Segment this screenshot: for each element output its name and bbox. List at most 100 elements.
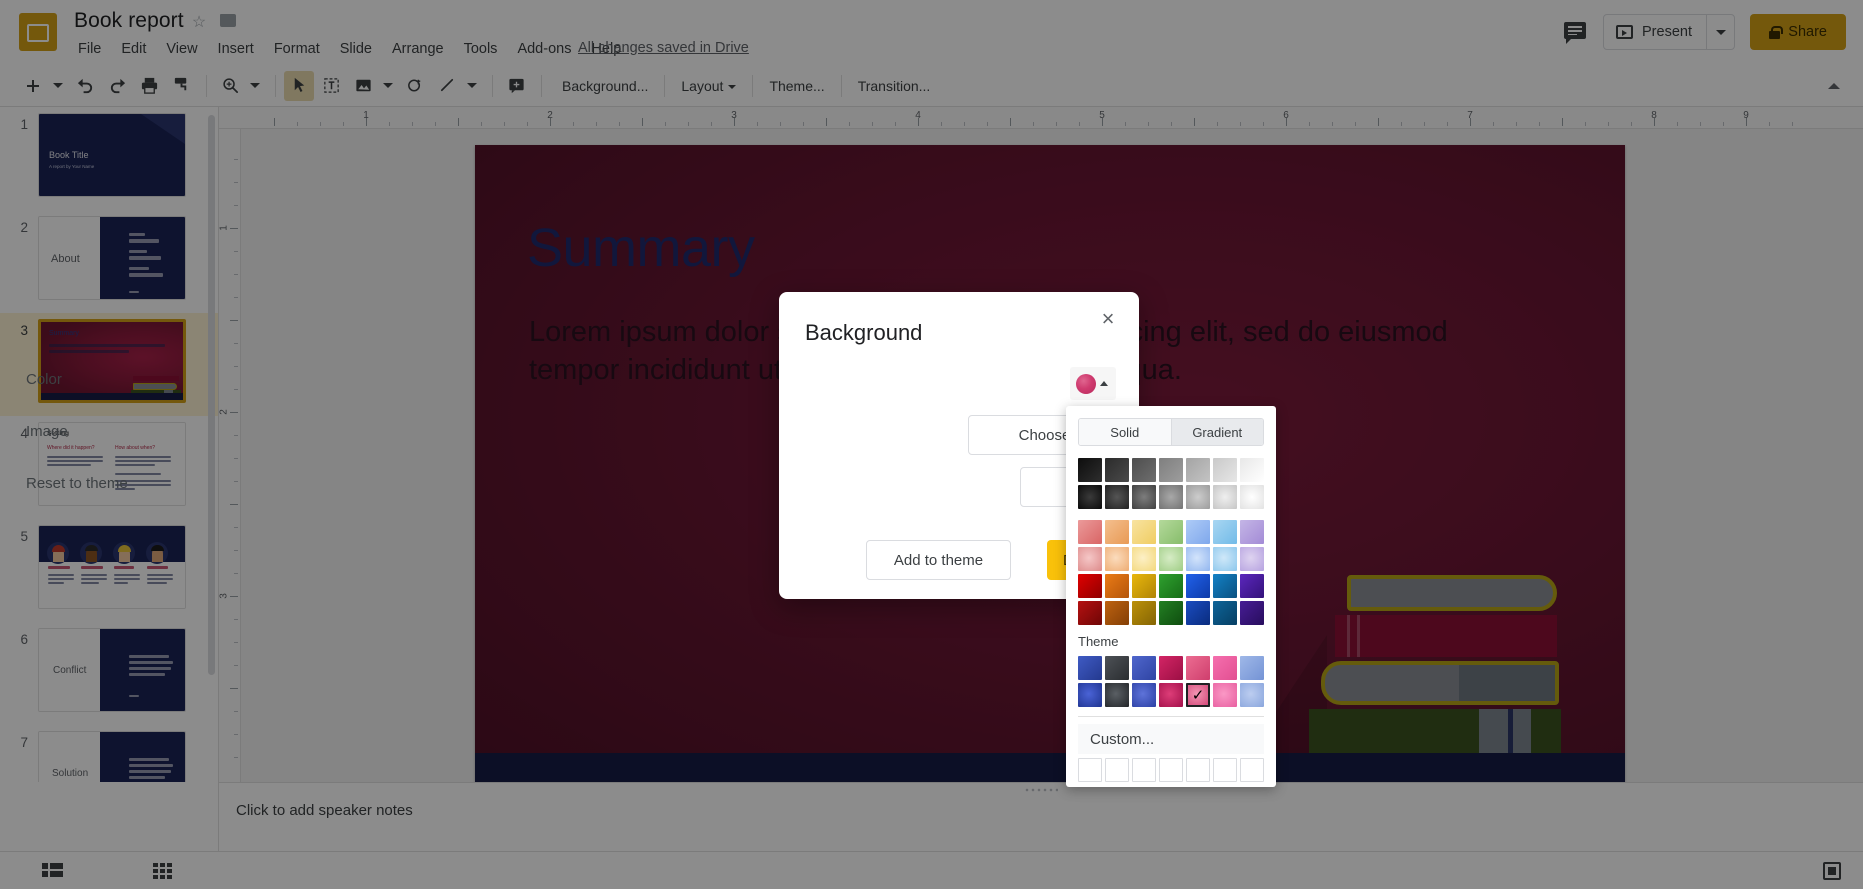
filmstrip-slide-2[interactable]: 2 About xyxy=(0,210,218,313)
swatch[interactable] xyxy=(1186,574,1210,598)
swatch[interactable] xyxy=(1240,485,1264,509)
print-button[interactable] xyxy=(134,71,164,101)
filmstrip-slide-1[interactable]: 1 Book Title A report by Your Name xyxy=(0,107,218,210)
swatch[interactable] xyxy=(1186,656,1210,680)
add-to-theme-button[interactable]: Add to theme xyxy=(866,540,1011,580)
save-status[interactable]: All changes saved in Drive xyxy=(578,40,749,56)
folder-icon[interactable] xyxy=(219,14,237,32)
swatch[interactable] xyxy=(1240,458,1264,482)
swatch[interactable] xyxy=(1186,520,1210,544)
color-picker-popup[interactable]: Solid Gradient Theme ✓ Custom... xyxy=(1066,406,1276,787)
swatch[interactable] xyxy=(1078,656,1102,680)
swatch[interactable] xyxy=(1105,485,1129,509)
speaker-notes-pane[interactable]: Click to add speaker notes xyxy=(219,782,1863,851)
swatch[interactable] xyxy=(1186,547,1210,571)
swatch[interactable] xyxy=(1213,458,1237,482)
image-button[interactable] xyxy=(348,71,378,101)
swatch[interactable] xyxy=(1213,485,1237,509)
menu-item-tools[interactable]: Tools xyxy=(454,39,508,59)
swatch[interactable] xyxy=(1240,547,1264,571)
swatch[interactable] xyxy=(1159,574,1183,598)
filmstrip-view-icon[interactable] xyxy=(38,858,68,884)
custom-swatch-slot[interactable] xyxy=(1159,758,1183,782)
swatch[interactable] xyxy=(1132,520,1156,544)
custom-swatch-slot[interactable] xyxy=(1213,758,1237,782)
slide-filmstrip[interactable]: 1 Book Title A report by Your Name 2 Abo… xyxy=(0,107,219,782)
slide-thumbnail[interactable]: Solution xyxy=(38,731,186,782)
zoom-dropdown-button[interactable] xyxy=(247,71,263,101)
swatch[interactable] xyxy=(1159,520,1183,544)
new-slide-button[interactable] xyxy=(18,71,48,101)
swatch[interactable] xyxy=(1213,683,1237,707)
swatch[interactable] xyxy=(1159,485,1183,509)
collapse-toolbar-button[interactable] xyxy=(1819,71,1849,101)
slide-thumbnail-selected[interactable]: Summary xyxy=(38,319,186,403)
swatch[interactable] xyxy=(1078,520,1102,544)
transition-button[interactable]: Transition... xyxy=(846,73,943,99)
share-button[interactable]: Share xyxy=(1750,14,1846,50)
slide-thumbnail[interactable]: Conflict xyxy=(38,628,186,712)
swatch[interactable] xyxy=(1159,601,1183,625)
swatch[interactable] xyxy=(1213,601,1237,625)
swatch[interactable] xyxy=(1240,601,1264,625)
swatch[interactable] xyxy=(1105,601,1129,625)
swatch[interactable] xyxy=(1105,547,1129,571)
menu-item-insert[interactable]: Insert xyxy=(208,39,264,59)
swatch[interactable] xyxy=(1132,458,1156,482)
slide-thumbnail[interactable] xyxy=(38,525,186,609)
text-box-button[interactable] xyxy=(316,71,346,101)
filmstrip-scrollbar[interactable] xyxy=(208,115,215,675)
select-tool-button[interactable] xyxy=(284,70,314,101)
slide-thumbnail[interactable]: About xyxy=(38,216,186,300)
line-button[interactable] xyxy=(432,71,462,101)
menu-item-file[interactable]: File xyxy=(68,39,111,59)
swatch[interactable] xyxy=(1078,574,1102,598)
swatch[interactable] xyxy=(1078,547,1102,571)
expand-panel-icon[interactable] xyxy=(1819,858,1845,884)
swatch[interactable] xyxy=(1132,656,1156,680)
swatch[interactable] xyxy=(1132,601,1156,625)
swatch[interactable] xyxy=(1240,656,1264,680)
swatch[interactable] xyxy=(1078,683,1102,707)
paint-format-button[interactable] xyxy=(166,71,196,101)
swatch[interactable] xyxy=(1078,485,1102,509)
filmstrip-slide-5[interactable]: 5 xyxy=(0,519,218,622)
star-outline-icon[interactable]: ☆ xyxy=(190,14,208,32)
theme-button[interactable]: Theme... xyxy=(757,73,836,99)
grid-view-icon[interactable] xyxy=(148,858,178,884)
close-icon[interactable]: × xyxy=(1093,304,1123,334)
swatch[interactable] xyxy=(1105,656,1129,680)
swatch[interactable] xyxy=(1186,458,1210,482)
swatch[interactable] xyxy=(1186,601,1210,625)
swatch[interactable] xyxy=(1240,574,1264,598)
swatch[interactable] xyxy=(1213,656,1237,680)
menu-item-view[interactable]: View xyxy=(156,39,207,59)
shape-button[interactable] xyxy=(400,71,430,101)
image-dropdown-button[interactable] xyxy=(380,71,396,101)
swatch[interactable] xyxy=(1240,520,1264,544)
slide-thumbnail[interactable]: Book Title A report by Your Name xyxy=(38,113,186,197)
menu-item-format[interactable]: Format xyxy=(264,39,330,59)
custom-color-button[interactable]: Custom... xyxy=(1078,724,1264,754)
swatch[interactable] xyxy=(1159,683,1183,707)
comments-icon[interactable] xyxy=(1559,16,1591,48)
custom-swatch-slot[interactable] xyxy=(1240,758,1264,782)
document-title[interactable]: Book report xyxy=(74,9,184,33)
filmstrip-slide-6[interactable]: 6 Conflict xyxy=(0,622,218,725)
slide-title[interactable]: Summary xyxy=(527,217,755,279)
redo-button[interactable] xyxy=(102,71,132,101)
swatch[interactable] xyxy=(1159,547,1183,571)
new-slide-dropdown-button[interactable] xyxy=(50,71,66,101)
filmstrip-slide-3[interactable]: 3 Summary xyxy=(0,313,218,416)
custom-swatch-slot[interactable] xyxy=(1132,758,1156,782)
swatch[interactable] xyxy=(1132,547,1156,571)
swatch[interactable] xyxy=(1213,547,1237,571)
swatch[interactable] xyxy=(1078,458,1102,482)
custom-swatch-slot[interactable] xyxy=(1078,758,1102,782)
present-dropdown-button[interactable] xyxy=(1706,15,1734,49)
layout-button[interactable]: Layout xyxy=(669,73,748,99)
line-dropdown-button[interactable] xyxy=(464,71,480,101)
background-button[interactable]: Background... xyxy=(550,73,660,99)
swatch[interactable] xyxy=(1132,683,1156,707)
present-button[interactable]: Present xyxy=(1603,14,1735,50)
